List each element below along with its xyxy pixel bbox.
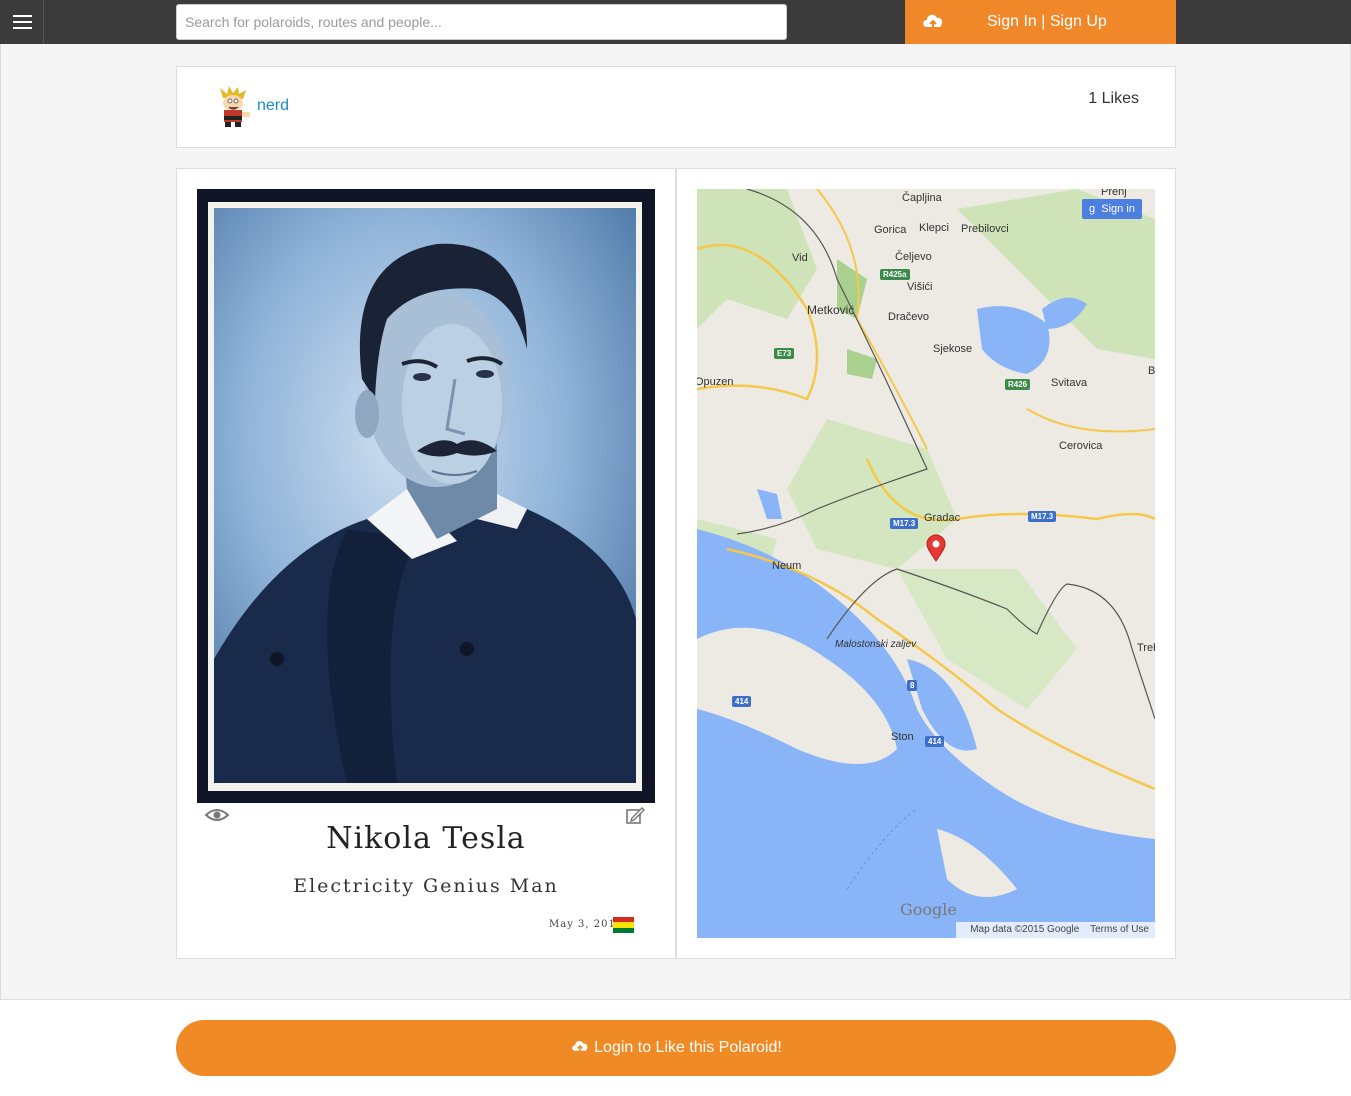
map-label: Vid xyxy=(792,252,808,264)
polaroid-card: Nikola Tesla Electricity Genius Man May … xyxy=(176,168,676,959)
map-label: Čeljevo xyxy=(895,251,932,263)
location-map[interactable]: Čapljina Prenj Gorica Klepci Prebilovci … xyxy=(697,189,1155,938)
terms-of-use-link[interactable]: Terms of Use xyxy=(1090,924,1149,935)
google-logo: Google xyxy=(900,900,957,919)
avatar[interactable] xyxy=(215,86,253,128)
top-navbar: Sign In | Sign Up xyxy=(0,0,1351,44)
map-label: Neum xyxy=(772,560,802,572)
map-label: Ston xyxy=(891,731,914,743)
search-input[interactable] xyxy=(176,4,787,40)
road-shield: R425a xyxy=(880,269,910,280)
map-label: Višići xyxy=(907,281,933,293)
likes-count: 1 Likes xyxy=(1088,90,1139,107)
map-label: Cerovica xyxy=(1059,440,1103,452)
road-shield: 414 xyxy=(925,736,945,747)
polaroid-caption: Electricity Genius Man xyxy=(293,875,559,897)
polaroid-photo[interactable] xyxy=(197,189,655,803)
map-label: Prenj xyxy=(1101,189,1127,198)
road-shield: M17.3 xyxy=(1028,511,1057,522)
map-label: Sjekose xyxy=(933,343,973,355)
map-label: Metković xyxy=(807,303,855,317)
map-label: Opuzen xyxy=(697,376,734,388)
google-g-icon: g xyxy=(1089,203,1096,215)
map-data-text: Map data ©2015 Google xyxy=(970,924,1080,935)
user-bar: nerd 1 Likes xyxy=(176,66,1176,148)
map-label: Gradac xyxy=(924,512,961,524)
map-label: Gorica xyxy=(874,224,907,236)
road-shield: E73 xyxy=(774,348,795,359)
map-card: Čapljina Prenj Gorica Klepci Prebilovci … xyxy=(676,168,1176,959)
road-shield: M17.3 xyxy=(890,518,919,529)
auth-bar: Sign In | Sign Up xyxy=(905,0,1176,44)
sign-up-link[interactable]: Sign Up xyxy=(1050,13,1107,30)
map-attribution: Map data ©2015 Google Terms of Use xyxy=(956,922,1155,938)
map-sign-in-label: Sign in xyxy=(1101,203,1135,215)
country-flag-icon xyxy=(613,917,634,933)
hamburger-icon[interactable] xyxy=(0,0,44,44)
sign-in-link[interactable]: Sign In xyxy=(987,13,1037,30)
map-label: Prebilovci xyxy=(961,223,1009,235)
map-label: Svitava xyxy=(1051,377,1088,389)
road-shield: 8 xyxy=(907,680,918,691)
polaroid-title: Nikola Tesla xyxy=(326,821,526,856)
road-shield: R426 xyxy=(1005,379,1031,390)
login-button-label: Login to Like this Polaroid! xyxy=(594,1039,782,1056)
map-sign-in-button[interactable]: g Sign in xyxy=(1082,199,1142,219)
map-label: Čapljina xyxy=(902,192,942,204)
auth-separator: | xyxy=(1041,13,1046,30)
cloud-upload-icon[interactable] xyxy=(921,11,945,31)
username-link[interactable]: nerd xyxy=(257,97,289,115)
map-label: Klepci xyxy=(919,222,949,234)
map-label: Malostonski zaljev xyxy=(835,639,917,650)
location-pin-icon[interactable] xyxy=(926,534,946,562)
road-shield: 414 xyxy=(732,696,752,707)
map-label: B xyxy=(1148,365,1155,377)
map-label: Treb xyxy=(1137,642,1155,654)
map-label: Dračevo xyxy=(888,311,929,323)
cloud-upload-icon xyxy=(572,1041,588,1053)
login-to-like-button[interactable]: Login to Like this Polaroid! xyxy=(176,1020,1176,1076)
